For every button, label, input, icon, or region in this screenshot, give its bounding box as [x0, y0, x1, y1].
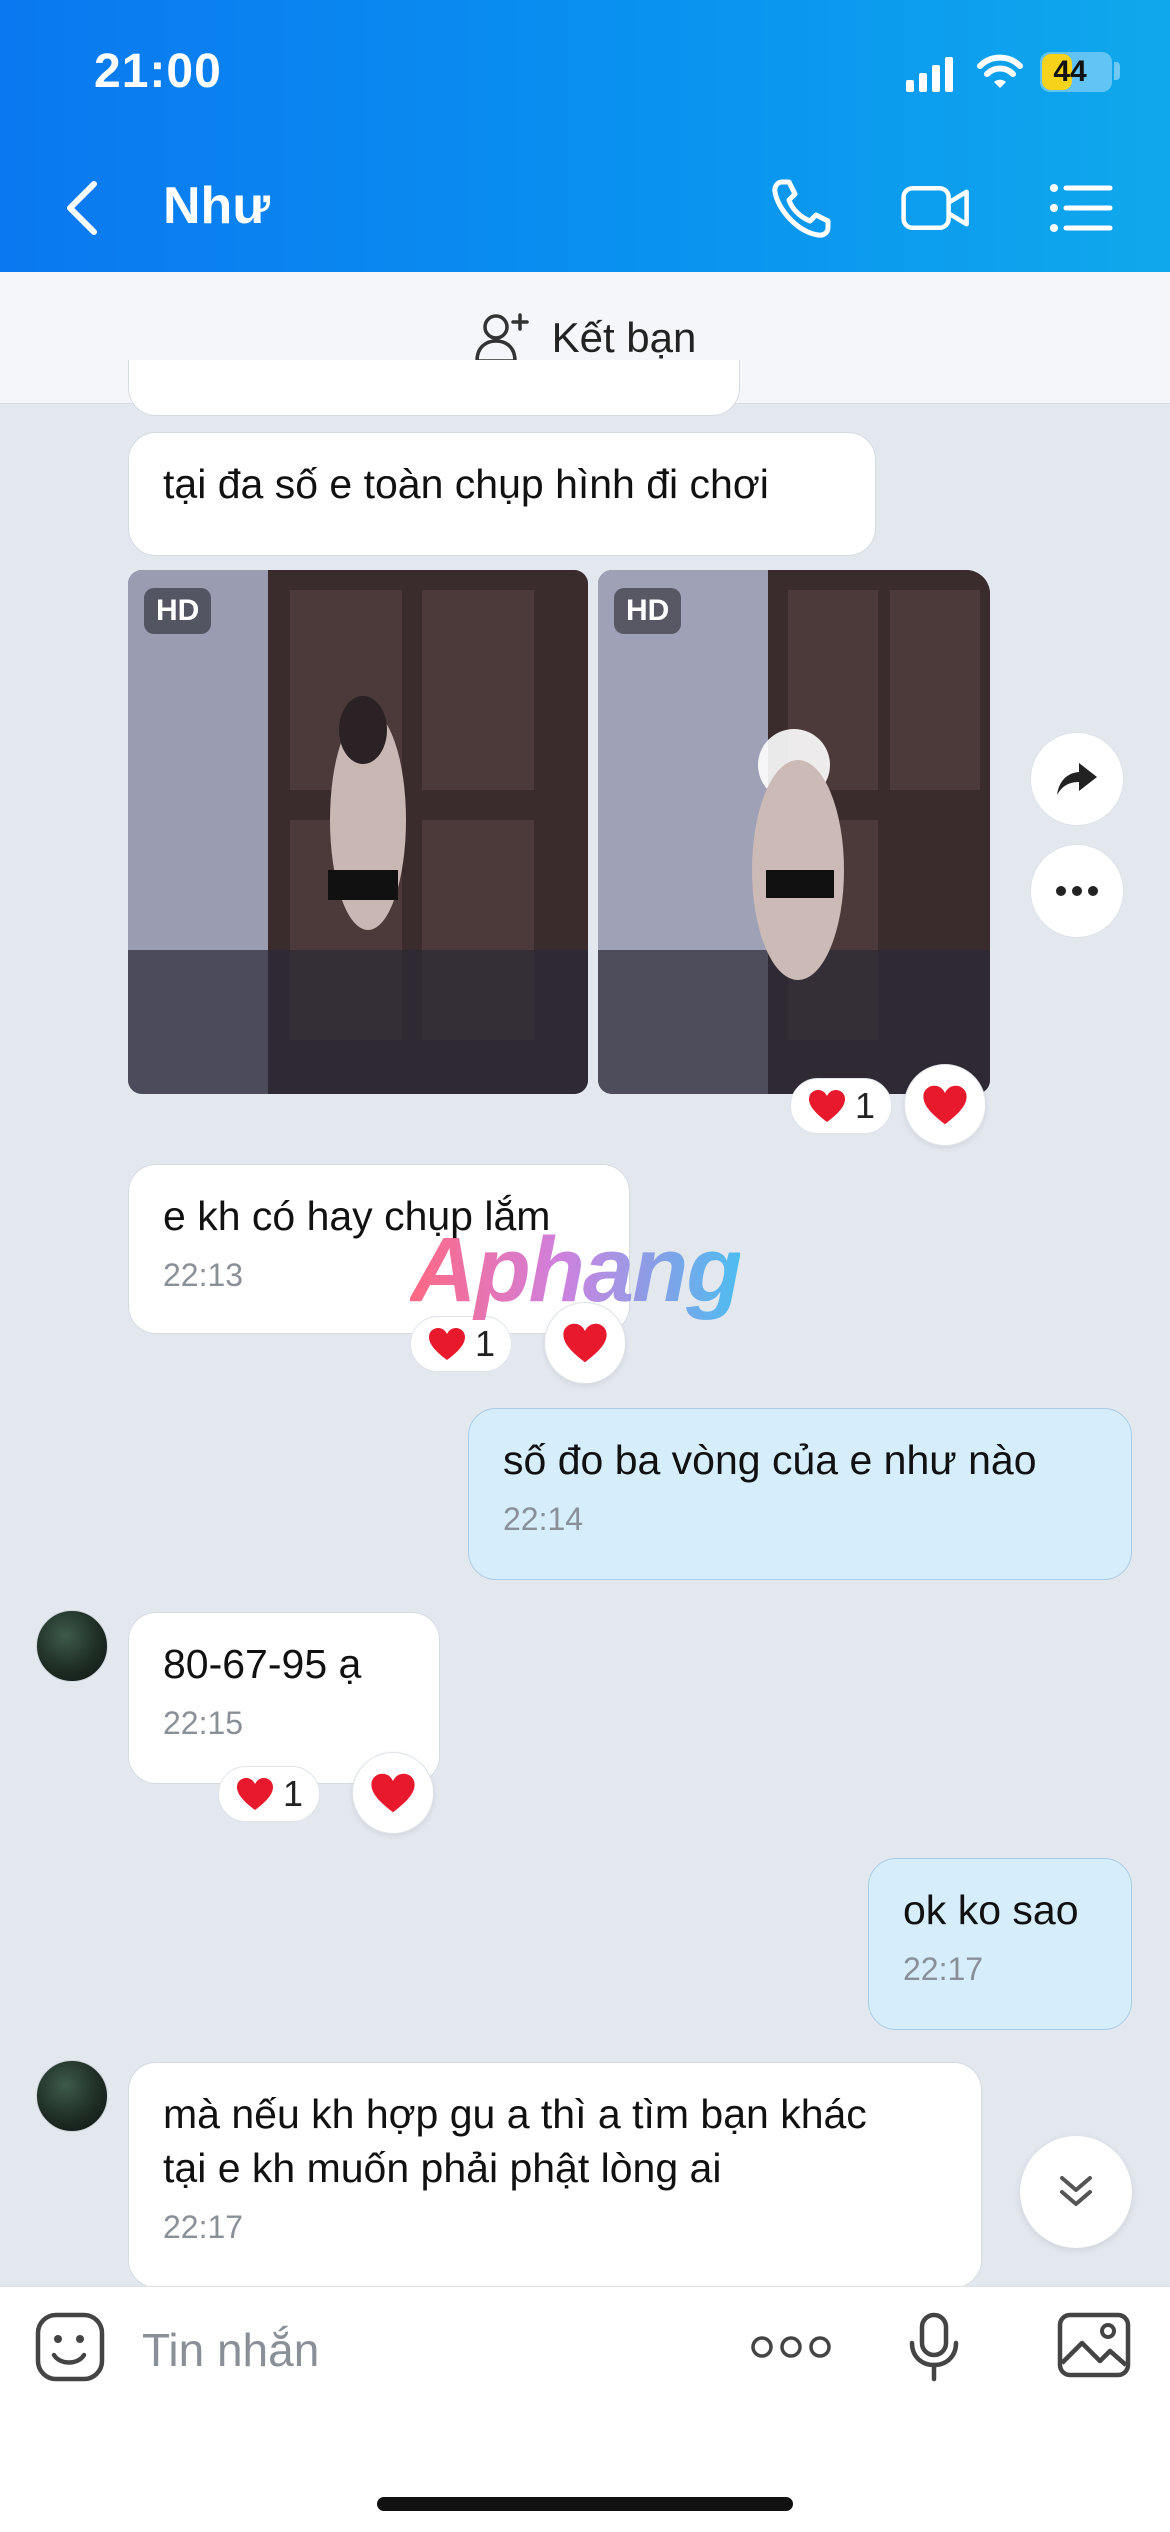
person-add-icon [474, 312, 529, 363]
heart-icon [371, 1773, 415, 1813]
react-button[interactable] [904, 1064, 986, 1146]
message-text: số đo ba vòng của e như nào [503, 1437, 1037, 1483]
message-input[interactable]: Tin nhắn [142, 2323, 319, 2377]
mic-icon[interactable] [908, 2311, 960, 2383]
watermark-logo: Aphang [410, 1219, 742, 1321]
status-time: 21:00 [94, 45, 222, 98]
share-icon [1057, 763, 1097, 795]
contact-name[interactable]: Như [163, 176, 270, 236]
heart-icon [809, 1090, 845, 1122]
heart-icon [429, 1328, 465, 1360]
message-time: 22:17 [903, 1951, 984, 1987]
message-input-bar: Tin nhắn [0, 2286, 1170, 2532]
battery-icon: 44 [1040, 52, 1112, 92]
add-friend-label: Kết bạn [551, 313, 697, 361]
message-text: 80-67-95 ạ [163, 1641, 362, 1687]
message-time: 22:17 [163, 2209, 244, 2245]
message-time: 22:14 [503, 1501, 584, 1537]
image-icon[interactable] [1056, 2311, 1132, 2379]
previous-message-bubble[interactable] [128, 360, 740, 416]
home-indicator [377, 2497, 793, 2511]
video-icon[interactable] [900, 172, 972, 244]
reaction-count-value: 1 [855, 1085, 876, 1126]
reaction-count-value: 1 [283, 1773, 304, 1814]
heart-icon [237, 1778, 273, 1810]
chevron-double-down-icon [1060, 2176, 1092, 2206]
reaction-count[interactable]: 1 [790, 1078, 893, 1134]
photo-message[interactable]: HD [598, 570, 990, 1094]
list-icon[interactable] [1044, 172, 1116, 244]
more-icon [1056, 886, 1098, 896]
back-icon[interactable] [56, 176, 116, 240]
chat-header: 21:00 44 Như [0, 0, 1170, 272]
photo-image [598, 570, 990, 1094]
phone-icon[interactable] [766, 172, 838, 244]
react-button[interactable] [352, 1752, 434, 1834]
wifi-icon [977, 54, 1023, 88]
scroll-to-bottom-button[interactable] [1020, 2136, 1132, 2248]
more-button[interactable] [1030, 844, 1124, 938]
more-dots-icon[interactable] [750, 2335, 832, 2359]
heart-icon [563, 1323, 607, 1363]
message-bubble[interactable]: mà nếu kh hợp gu a thì a tìm bạn khác tạ… [128, 2062, 982, 2288]
signal-icon [906, 57, 953, 92]
forward-button[interactable] [1030, 732, 1124, 826]
message-bubble[interactable]: tại đa số e toàn chụp hình đi chơi [128, 432, 876, 556]
message-text: ok ko sao [903, 1887, 1079, 1933]
reaction-count[interactable]: 1 [218, 1766, 321, 1822]
my-message-bubble[interactable]: ok ko sao 22:17 [868, 1858, 1132, 2030]
sticker-icon[interactable] [34, 2311, 106, 2383]
reaction-count[interactable]: 1 [410, 1316, 513, 1372]
avatar[interactable] [36, 1610, 108, 1682]
heart-icon [923, 1085, 967, 1125]
hd-badge: HD [144, 588, 212, 634]
photo-message[interactable]: HD [128, 570, 588, 1094]
battery-percent: 44 [1053, 55, 1087, 88]
message-text: tại đa số e toàn chụp hình đi chơi [163, 461, 769, 507]
hd-badge: HD [614, 588, 682, 634]
battery-cap [1114, 62, 1120, 80]
avatar[interactable] [36, 2060, 108, 2132]
message-text: mà nếu kh hợp gu a thì a tìm bạn khác tạ… [163, 2091, 867, 2191]
message-time: 22:15 [163, 1705, 244, 1741]
my-message-bubble[interactable]: số đo ba vòng của e như nào 22:14 [468, 1408, 1132, 1580]
photo-image [128, 570, 588, 1094]
reaction-count-value: 1 [475, 1323, 496, 1364]
